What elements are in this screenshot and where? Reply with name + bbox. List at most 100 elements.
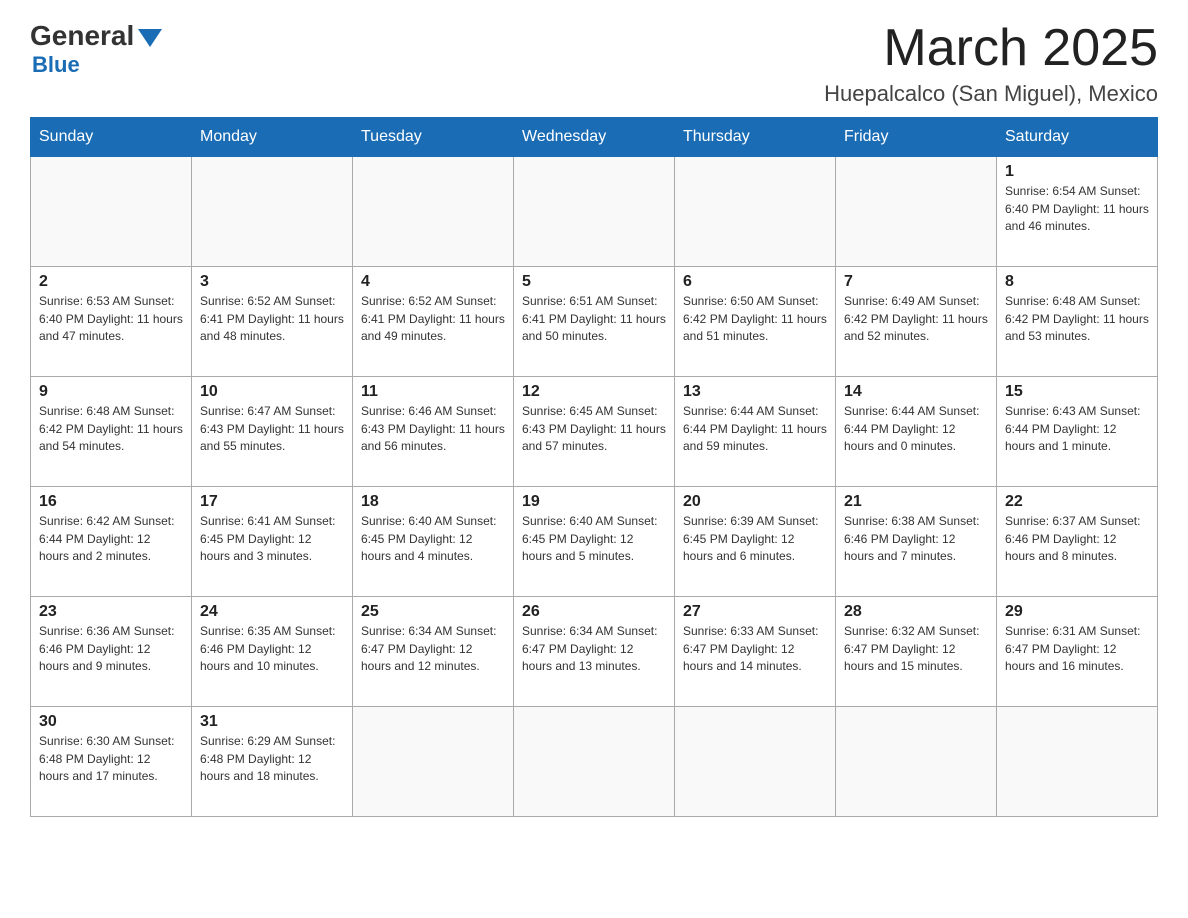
calendar-week-row: 2 Sunrise: 6:53 AM Sunset: 6:40 PM Daylig… (31, 267, 1158, 377)
calendar-cell: 5Sunrise: 6:51 AM Sunset: 6:41 PM Daylig… (514, 267, 675, 377)
day-number: 8 (1005, 273, 1149, 291)
weekday-header-saturday: Saturday (997, 118, 1158, 157)
calendar-week-row: 1 Sunrise: 6:54 AM Sunset: 6:40 PM Daylig… (31, 157, 1158, 267)
calendar-cell (31, 157, 192, 267)
weekday-header-monday: Monday (192, 118, 353, 157)
calendar-cell (675, 707, 836, 817)
calendar-cell: 15Sunrise: 6:43 AM Sunset: 6:44 PM Dayli… (997, 377, 1158, 487)
calendar-cell: 16 Sunrise: 6:42 AM Sunset: 6:44 PM Dayli… (31, 487, 192, 597)
logo-general: General (30, 20, 162, 52)
day-info: Sunrise: 6:37 AM Sunset: 6:46 PM Dayligh… (1005, 513, 1149, 565)
calendar-cell (514, 157, 675, 267)
calendar-cell (192, 157, 353, 267)
calendar-cell: 31 Sunrise: 6:29 AM Sunset: 6:48 PM Dayli… (192, 707, 353, 817)
day-info: Sunrise: 6:29 AM Sunset: 6:48 PM Dayligh… (200, 733, 344, 785)
day-number: 19 (522, 493, 666, 511)
day-info: Sunrise: 6:48 AM Sunset: 6:42 PM Dayligh… (39, 403, 183, 455)
day-number: 23 (39, 603, 183, 621)
month-title: March 2025 (824, 20, 1158, 77)
day-info: Sunrise: 6:31 AM Sunset: 6:47 PM Dayligh… (1005, 623, 1149, 675)
day-info: Sunrise: 6:52 AM Sunset: 6:41 PM Dayligh… (361, 293, 505, 345)
day-info: Sunrise: 6:32 AM Sunset: 6:47 PM Dayligh… (844, 623, 988, 675)
calendar-cell (836, 157, 997, 267)
day-number: 31 (200, 713, 344, 731)
day-info: Sunrise: 6:45 AM Sunset: 6:43 PM Dayligh… (522, 403, 666, 455)
calendar-cell: 25Sunrise: 6:34 AM Sunset: 6:47 PM Dayli… (353, 597, 514, 707)
calendar-cell: 27 Sunrise: 6:33 AM Sunset: 6:47 PM Dayli… (675, 597, 836, 707)
day-info: Sunrise: 6:34 AM Sunset: 6:47 PM Dayligh… (361, 623, 505, 675)
day-number: 1 (1005, 163, 1149, 181)
day-number: 14 (844, 383, 988, 401)
weekday-header-thursday: Thursday (675, 118, 836, 157)
day-number: 4 (361, 273, 505, 291)
calendar-week-row: 23 Sunrise: 6:36 AM Sunset: 6:46 PM Dayli… (31, 597, 1158, 707)
day-number: 28 (844, 603, 988, 621)
day-number: 17 (200, 493, 344, 511)
day-number: 10 (200, 383, 344, 401)
day-number: 2 (39, 273, 183, 291)
day-number: 6 (683, 273, 827, 291)
day-info: Sunrise: 6:44 AM Sunset: 6:44 PM Dayligh… (683, 403, 827, 455)
day-number: 7 (844, 273, 988, 291)
day-info: Sunrise: 6:53 AM Sunset: 6:40 PM Dayligh… (39, 293, 183, 345)
day-number: 11 (361, 383, 505, 401)
calendar-table: SundayMondayTuesdayWednesdayThursdayFrid… (30, 117, 1158, 817)
day-number: 20 (683, 493, 827, 511)
day-number: 27 (683, 603, 827, 621)
calendar-cell: 28 Sunrise: 6:32 AM Sunset: 6:47 PM Dayli… (836, 597, 997, 707)
calendar-cell: 22Sunrise: 6:37 AM Sunset: 6:46 PM Dayli… (997, 487, 1158, 597)
calendar-cell (836, 707, 997, 817)
day-info: Sunrise: 6:38 AM Sunset: 6:46 PM Dayligh… (844, 513, 988, 565)
day-number: 30 (39, 713, 183, 731)
day-number: 24 (200, 603, 344, 621)
calendar-cell: 21 Sunrise: 6:38 AM Sunset: 6:46 PM Dayli… (836, 487, 997, 597)
day-info: Sunrise: 6:35 AM Sunset: 6:46 PM Dayligh… (200, 623, 344, 675)
day-info: Sunrise: 6:54 AM Sunset: 6:40 PM Dayligh… (1005, 183, 1149, 235)
calendar-cell (353, 157, 514, 267)
day-info: Sunrise: 6:48 AM Sunset: 6:42 PM Dayligh… (1005, 293, 1149, 345)
calendar-cell: 12Sunrise: 6:45 AM Sunset: 6:43 PM Dayli… (514, 377, 675, 487)
calendar-cell (353, 707, 514, 817)
day-info: Sunrise: 6:34 AM Sunset: 6:47 PM Dayligh… (522, 623, 666, 675)
logo-general-text: General (30, 20, 134, 52)
day-info: Sunrise: 6:39 AM Sunset: 6:45 PM Dayligh… (683, 513, 827, 565)
day-info: Sunrise: 6:36 AM Sunset: 6:46 PM Dayligh… (39, 623, 183, 675)
day-info: Sunrise: 6:40 AM Sunset: 6:45 PM Dayligh… (522, 513, 666, 565)
weekday-header-row: SundayMondayTuesdayWednesdayThursdayFrid… (31, 118, 1158, 157)
calendar-cell: 10 Sunrise: 6:47 AM Sunset: 6:43 PM Dayli… (192, 377, 353, 487)
day-info: Sunrise: 6:51 AM Sunset: 6:41 PM Dayligh… (522, 293, 666, 345)
day-info: Sunrise: 6:49 AM Sunset: 6:42 PM Dayligh… (844, 293, 988, 345)
day-info: Sunrise: 6:40 AM Sunset: 6:45 PM Dayligh… (361, 513, 505, 565)
calendar-cell: 18Sunrise: 6:40 AM Sunset: 6:45 PM Dayli… (353, 487, 514, 597)
calendar-cell: 8 Sunrise: 6:48 AM Sunset: 6:42 PM Daylig… (997, 267, 1158, 377)
calendar-week-row: 30Sunrise: 6:30 AM Sunset: 6:48 PM Dayli… (31, 707, 1158, 817)
weekday-header-sunday: Sunday (31, 118, 192, 157)
day-number: 29 (1005, 603, 1149, 621)
day-number: 13 (683, 383, 827, 401)
calendar-cell: 29 Sunrise: 6:31 AM Sunset: 6:47 PM Dayli… (997, 597, 1158, 707)
day-number: 26 (522, 603, 666, 621)
calendar-cell: 23 Sunrise: 6:36 AM Sunset: 6:46 PM Dayli… (31, 597, 192, 707)
day-number: 9 (39, 383, 183, 401)
day-info: Sunrise: 6:47 AM Sunset: 6:43 PM Dayligh… (200, 403, 344, 455)
calendar-cell: 14Sunrise: 6:44 AM Sunset: 6:44 PM Dayli… (836, 377, 997, 487)
calendar-cell: 9 Sunrise: 6:48 AM Sunset: 6:42 PM Daylig… (31, 377, 192, 487)
day-info: Sunrise: 6:52 AM Sunset: 6:41 PM Dayligh… (200, 293, 344, 345)
day-info: Sunrise: 6:50 AM Sunset: 6:42 PM Dayligh… (683, 293, 827, 345)
day-number: 21 (844, 493, 988, 511)
calendar-cell: 26 Sunrise: 6:34 AM Sunset: 6:47 PM Dayli… (514, 597, 675, 707)
day-info: Sunrise: 6:42 AM Sunset: 6:44 PM Dayligh… (39, 513, 183, 565)
title-block: March 2025 Huepalcalco (San Miguel), Mex… (824, 20, 1158, 107)
day-info: Sunrise: 6:33 AM Sunset: 6:47 PM Dayligh… (683, 623, 827, 675)
day-number: 16 (39, 493, 183, 511)
logo-blue-text: Blue (32, 52, 80, 78)
calendar-week-row: 16 Sunrise: 6:42 AM Sunset: 6:44 PM Dayli… (31, 487, 1158, 597)
calendar-cell: 1 Sunrise: 6:54 AM Sunset: 6:40 PM Daylig… (997, 157, 1158, 267)
page-header: General Blue March 2025 Huepalcalco (San… (30, 20, 1158, 107)
calendar-week-row: 9 Sunrise: 6:48 AM Sunset: 6:42 PM Daylig… (31, 377, 1158, 487)
calendar-cell: 30Sunrise: 6:30 AM Sunset: 6:48 PM Dayli… (31, 707, 192, 817)
weekday-header-wednesday: Wednesday (514, 118, 675, 157)
day-info: Sunrise: 6:43 AM Sunset: 6:44 PM Dayligh… (1005, 403, 1149, 455)
logo: General Blue (30, 20, 162, 78)
calendar-cell (514, 707, 675, 817)
